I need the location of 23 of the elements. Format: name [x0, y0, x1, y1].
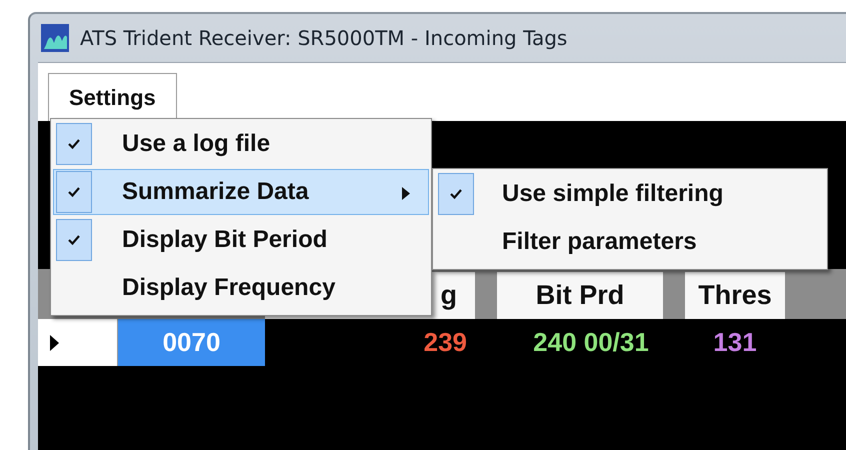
menu-item[interactable]: Display Bit Period — [53, 217, 429, 263]
check-icon — [449, 188, 463, 200]
table-cell: 240 00/31 — [533, 327, 649, 358]
checkbox[interactable] — [56, 219, 92, 261]
app-logo-icon — [40, 23, 70, 53]
menu-item[interactable]: Display Frequency — [53, 265, 429, 311]
menu-tab[interactable]: Settings — [48, 73, 177, 121]
table-cell: 239 — [424, 327, 467, 358]
column-header[interactable]: Thres — [685, 272, 785, 319]
checkbox[interactable] — [438, 173, 474, 215]
menu-item[interactable]: Use simple filtering — [435, 171, 825, 217]
table-cell: 0070 — [162, 327, 220, 358]
menu-item[interactable]: Filter parameters — [435, 219, 825, 265]
checkbox[interactable] — [56, 123, 92, 165]
menu-item[interactable]: Use a log file — [53, 121, 429, 167]
check-icon — [67, 234, 81, 246]
check-icon — [67, 138, 81, 150]
table-cell: 131 — [713, 327, 757, 358]
menu-item[interactable]: Summarize Data — [53, 169, 429, 215]
check-icon — [67, 186, 81, 198]
checkbox[interactable] — [56, 171, 92, 213]
column-header[interactable]: Bit Prd — [497, 272, 663, 319]
window-title: ATS Trident Receiver: SR5000TM - Incoming Tags — [80, 26, 568, 50]
